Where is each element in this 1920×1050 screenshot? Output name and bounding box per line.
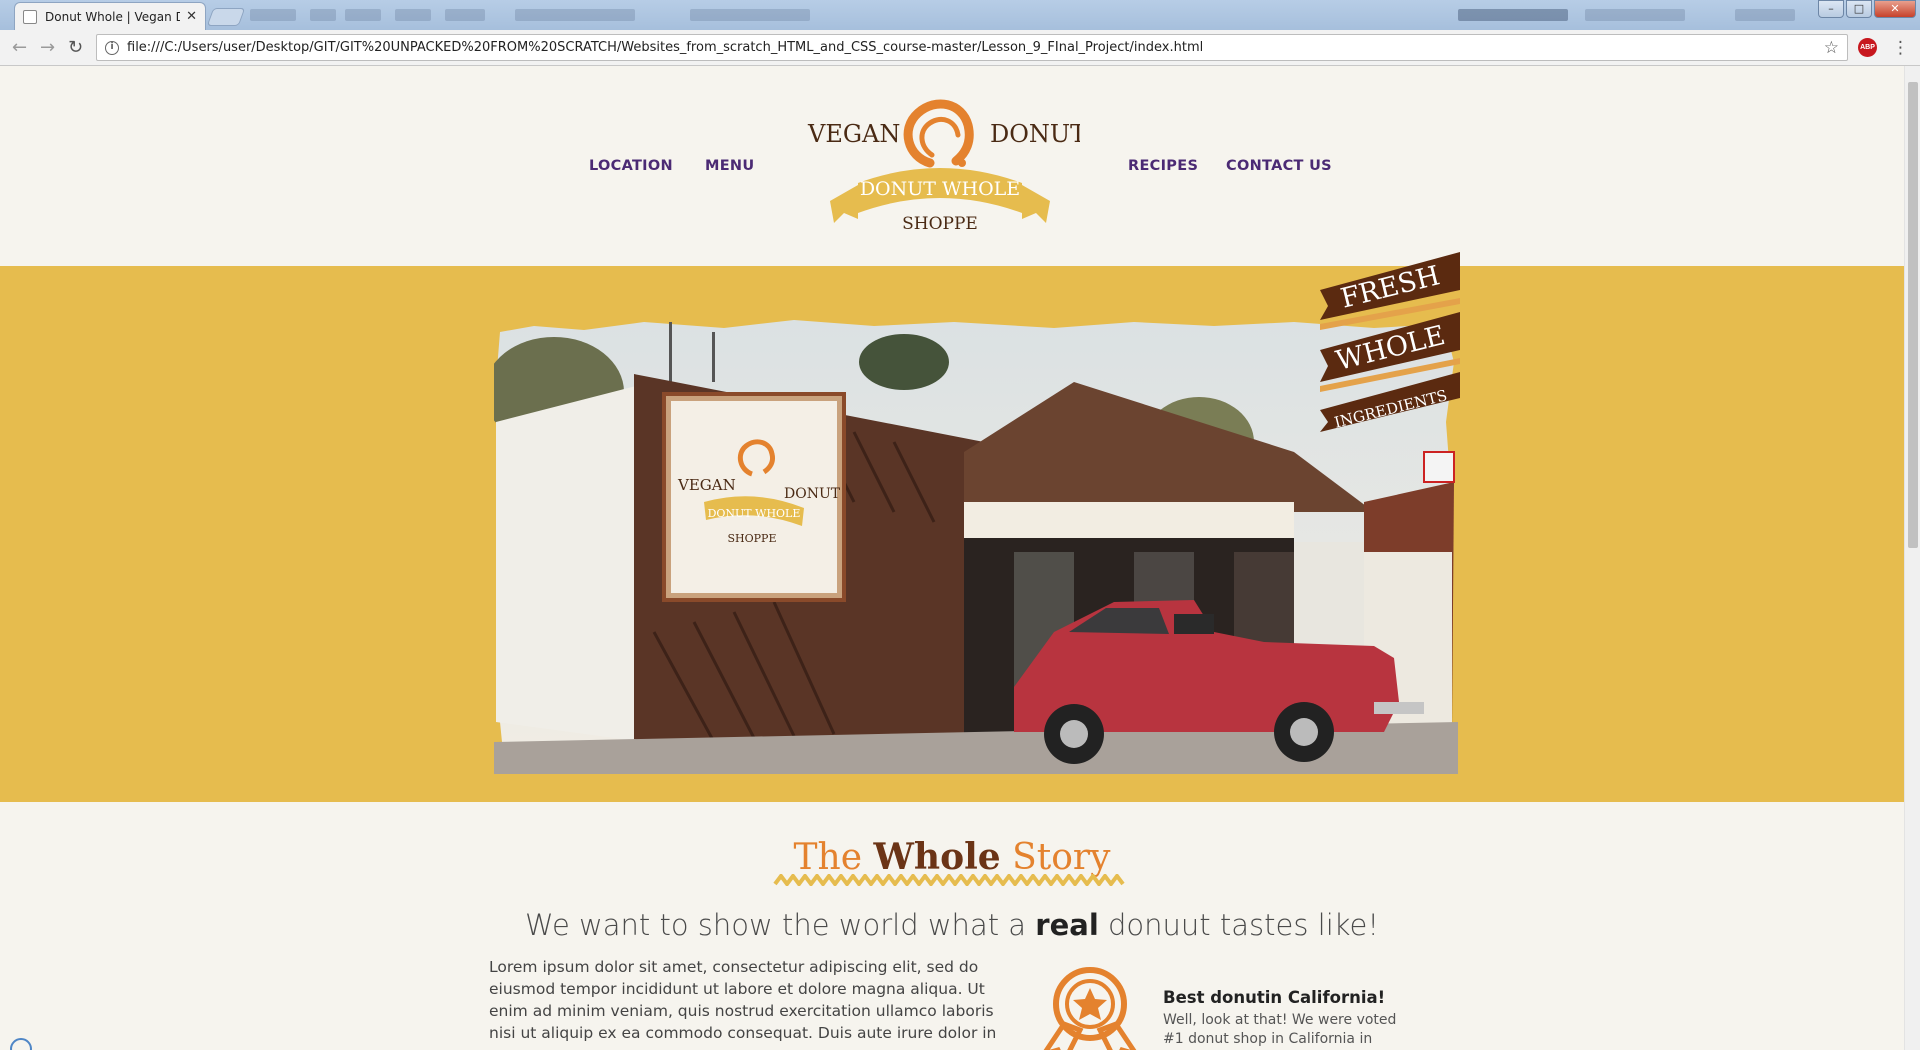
blurred-taskbar-item <box>395 9 431 21</box>
blurred-taskbar-item <box>1585 9 1685 21</box>
sign-vegan-text: VEGAN <box>677 476 736 494</box>
award-ribbon-icon <box>1043 967 1137 1050</box>
back-icon[interactable]: ← <box>12 38 27 58</box>
url-text[interactable]: file:///C:/Users/user/Desktop/GIT/GIT%20… <box>127 40 1203 55</box>
logo-shoppe-text: SHOPPE <box>902 214 978 234</box>
adblock-icon[interactable]: ABP <box>1858 38 1877 57</box>
sign-shoppe-text: SHOPPE <box>728 532 777 545</box>
maximize-button[interactable]: □ <box>1846 0 1872 18</box>
site-logo[interactable]: VEGAN DONUT DONUT WHOLE SHOPPE <box>800 91 1080 241</box>
scrollbar-thumb[interactable] <box>1908 82 1918 548</box>
sign-ribbon-text: DONUT WHOLE <box>708 507 801 520</box>
browser-tabstrip: Donut Whole | Vegan Do ✕ – □ ✕ <box>0 0 1920 30</box>
page-viewport: LOCATION MENU RECIPES CONTACT US VEGAN D… <box>0 66 1904 1050</box>
tagline: We want to show the world what a real do… <box>0 908 1904 942</box>
reload-icon[interactable]: ↻ <box>68 38 83 58</box>
tab-title: Donut Whole | Vegan Do <box>45 9 181 24</box>
tab-close-icon[interactable]: ✕ <box>186 9 197 24</box>
menu-icon[interactable]: ⋮ <box>1892 38 1909 58</box>
blurred-taskbar-item <box>1735 9 1795 21</box>
blurred-taskbar-item <box>445 9 485 21</box>
tagline-bold: real <box>1035 908 1099 942</box>
fresh-ingredients-banner: FRESH WHOLE INGREDIENTS <box>1320 252 1460 432</box>
page-favicon-icon <box>23 9 37 24</box>
nav-contact-link[interactable]: CONTACT US <box>1226 158 1332 174</box>
story-title-whole: Whole <box>873 836 1001 878</box>
new-tab-button[interactable] <box>206 8 246 26</box>
blurred-taskbar-item <box>310 9 336 21</box>
logo-vegan-text: VEGAN <box>807 120 900 148</box>
award-title: Best donutin California! <box>1163 988 1386 1007</box>
blurred-taskbar-item <box>1458 9 1568 21</box>
address-bar[interactable]: i file:///C:/Users/user/Desktop/GIT/GIT%… <box>96 34 1848 61</box>
nav-recipes-link[interactable]: RECIPES <box>1128 158 1198 174</box>
story-title-story: Story <box>1000 837 1111 878</box>
story-title-the: The <box>793 837 874 878</box>
browser-tab-active[interactable]: Donut Whole | Vegan Do ✕ <box>14 2 206 30</box>
sign-donut-text: DONUT <box>784 486 841 502</box>
vertical-scrollbar[interactable] <box>1904 66 1920 1050</box>
info-icon[interactable]: i <box>105 40 119 55</box>
bookmark-star-icon[interactable]: ☆ <box>1824 38 1839 58</box>
blurred-taskbar-item <box>515 9 635 21</box>
browser-toolbar: ← → ↻ i file:///C:/Users/user/Desktop/GI… <box>0 30 1920 66</box>
tagline-before: We want to show the world what a <box>524 908 1036 942</box>
forward-icon[interactable]: → <box>40 38 55 58</box>
heading-underline-decoration <box>773 874 1125 886</box>
story-paragraph: Lorem ipsum dolor sit amet, consectetur … <box>489 958 997 1042</box>
award-description: Well, look at that! We were voted #1 don… <box>1163 1012 1397 1047</box>
nav-menu-link[interactable]: MENU <box>705 158 754 174</box>
close-window-button[interactable]: ✕ <box>1874 0 1916 18</box>
blurred-taskbar-item <box>345 9 381 21</box>
story-heading: The Whole Story <box>0 836 1904 878</box>
tagline-after: donuut tastes like! <box>1098 908 1380 942</box>
blurred-taskbar-item <box>690 9 810 21</box>
nav-location-link[interactable]: LOCATION <box>589 158 673 174</box>
blurred-taskbar-item <box>250 9 296 21</box>
minimize-button[interactable]: – <box>1818 0 1844 18</box>
window-controls: – □ ✕ <box>1818 0 1916 18</box>
logo-donut-text: DONUT <box>990 120 1080 148</box>
logo-ribbon-text: DONUT WHOLE <box>860 178 1020 200</box>
